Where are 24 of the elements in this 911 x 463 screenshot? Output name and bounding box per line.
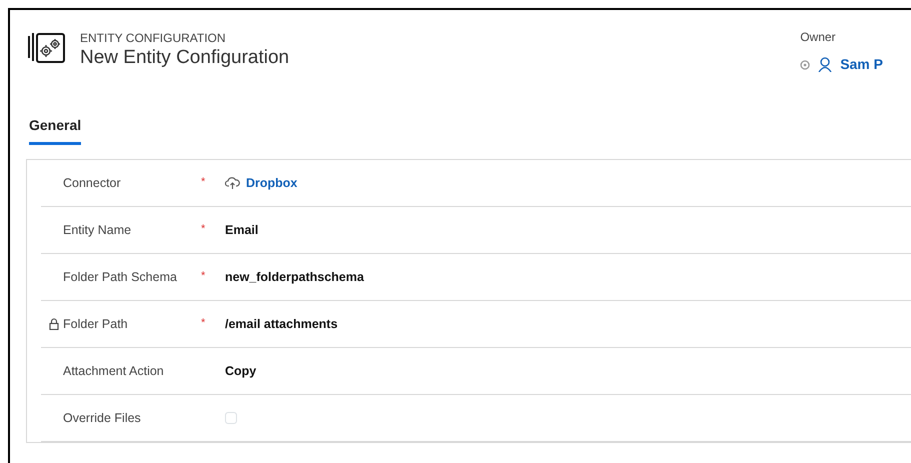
required-marker: * xyxy=(201,317,206,329)
required-marker: * xyxy=(201,270,206,282)
required-marker: * xyxy=(201,223,206,235)
status-icon xyxy=(800,60,810,70)
required-marker: * xyxy=(201,176,206,188)
owner-label: Owner xyxy=(800,29,837,46)
field-label: Entity Name xyxy=(63,222,132,239)
checkbox[interactable] xyxy=(225,412,237,424)
entity-type-label: ENTITY CONFIGURATION xyxy=(80,30,227,46)
tab[interactable]: General xyxy=(29,115,82,145)
field-value: new_folderpathschema xyxy=(225,268,364,286)
field-label: Attachment Action xyxy=(63,362,165,380)
field-label: Folder Path xyxy=(63,316,129,333)
field-label: Override Files xyxy=(63,410,142,427)
person-icon xyxy=(818,57,832,72)
field-value: /email attachments xyxy=(225,316,338,333)
field-value: Email xyxy=(225,222,258,239)
owner-link[interactable]: Sam P xyxy=(840,54,883,75)
record-title: New Entity Configuration xyxy=(80,46,290,70)
field-value: Copy xyxy=(225,362,256,380)
cloud-upload-icon xyxy=(225,177,240,189)
field-label: Folder Path Schema xyxy=(63,268,178,286)
field-label: Connector xyxy=(63,174,122,192)
field-link[interactable]: Dropbox xyxy=(246,174,298,192)
